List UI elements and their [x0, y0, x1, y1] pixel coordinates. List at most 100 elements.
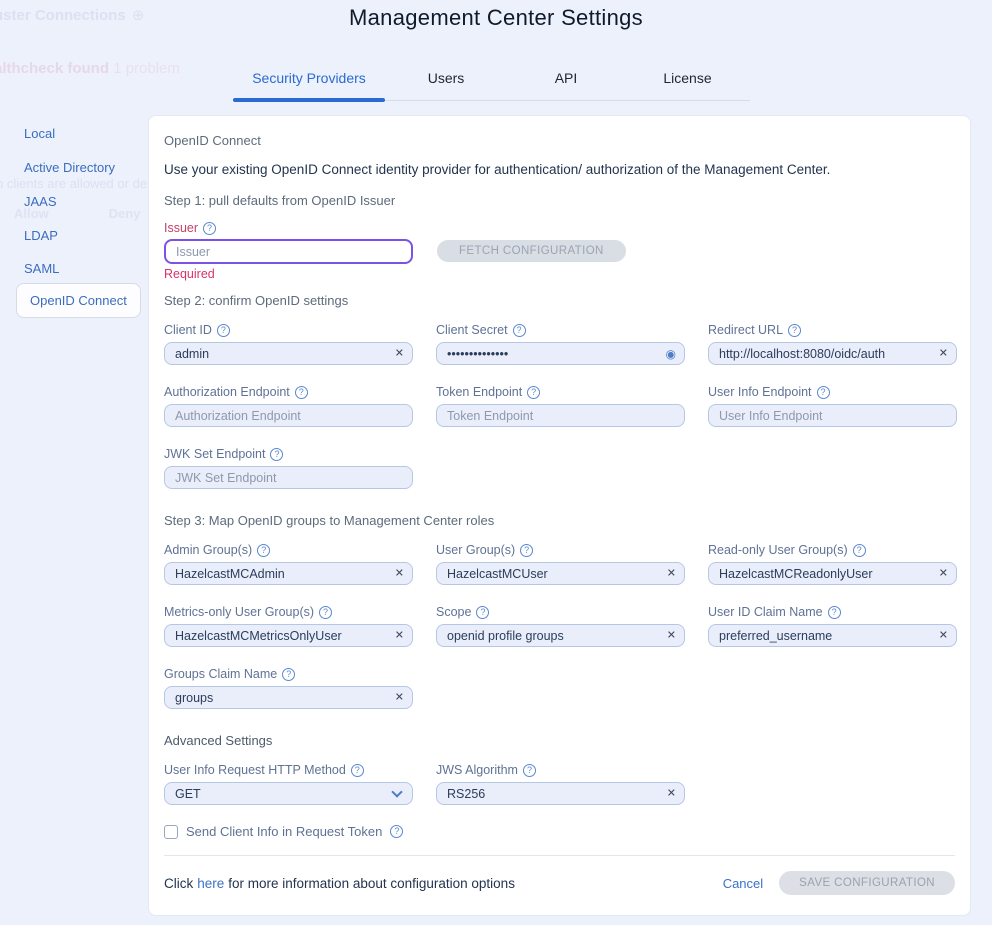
field-token-endpoint: Token Endpoint? — [436, 384, 685, 427]
issuer-row: FETCH CONFIGURATION — [164, 239, 955, 262]
user-info-method-value[interactable] — [164, 782, 413, 805]
clear-icon[interactable]: ✕ — [939, 568, 948, 579]
help-icon[interactable]: ? — [257, 544, 270, 557]
footer-row: Click here for more information about co… — [164, 871, 955, 895]
sidebar-item-jaas[interactable]: JAAS — [24, 194, 57, 209]
help-icon[interactable]: ? — [319, 606, 332, 619]
here-link[interactable]: here — [197, 876, 224, 891]
sidebar-item-saml[interactable]: SAML — [24, 261, 59, 276]
clear-icon[interactable]: ✕ — [395, 692, 404, 703]
client-secret-label: Client Secret — [436, 323, 508, 337]
user-info-method-select[interactable] — [164, 782, 413, 805]
user-info-endpoint-input[interactable] — [708, 404, 957, 427]
token-endpoint-input[interactable] — [436, 404, 685, 427]
fetch-configuration-button[interactable]: FETCH CONFIGURATION — [437, 240, 626, 262]
field-redirect-url: Redirect URL? ✕ — [708, 322, 957, 365]
help-icon[interactable]: ? — [788, 324, 801, 337]
field-client-id: Client ID? ✕ — [164, 322, 413, 365]
client-id-label: Client ID — [164, 323, 212, 337]
save-configuration-button[interactable]: SAVE CONFIGURATION — [779, 871, 955, 895]
section-title: OpenID Connect — [164, 133, 955, 148]
admin-groups-input[interactable] — [164, 562, 413, 585]
page-title: Management Center Settings — [0, 5, 992, 31]
help-icon[interactable]: ? — [520, 544, 533, 557]
issuer-input[interactable] — [164, 239, 413, 264]
help-icon[interactable]: ? — [390, 825, 403, 838]
send-client-info-label: Send Client Info in Request Token — [186, 824, 382, 839]
clear-icon[interactable]: ✕ — [667, 568, 676, 579]
help-icon[interactable]: ? — [270, 448, 283, 461]
help-icon[interactable]: ? — [476, 606, 489, 619]
help-icon[interactable]: ? — [217, 324, 230, 337]
redirect-url-input[interactable] — [708, 342, 957, 365]
field-readonly-user-groups: Read-only User Group(s)? ✕ — [708, 542, 957, 585]
footer-actions: Cancel SAVE CONFIGURATION — [723, 871, 955, 895]
jws-algorithm-input[interactable] — [436, 782, 685, 805]
jwk-set-endpoint-input[interactable] — [164, 466, 413, 489]
clear-icon[interactable]: ✕ — [395, 348, 404, 359]
redirect-url-label: Redirect URL — [708, 323, 783, 337]
client-id-input[interactable] — [164, 342, 413, 365]
field-user-info-http-method: User Info Request HTTP Method? — [164, 762, 413, 805]
help-icon[interactable]: ? — [853, 544, 866, 557]
help-icon[interactable]: ? — [203, 222, 216, 235]
field-metrics-only-user-groups: Metrics-only User Group(s)? ✕ — [164, 604, 413, 647]
clear-icon[interactable]: ✕ — [395, 568, 404, 579]
metrics-only-user-groups-label: Metrics-only User Group(s) — [164, 605, 314, 619]
help-icon[interactable]: ? — [817, 386, 830, 399]
user-id-claim-name-label: User ID Claim Name — [708, 605, 823, 619]
tab-users[interactable]: Users — [385, 66, 507, 100]
scope-label: Scope — [436, 605, 471, 619]
step2-heading: Step 2: confirm OpenID settings — [164, 293, 955, 308]
help-icon[interactable]: ? — [351, 764, 364, 777]
sidebar-item-ldap[interactable]: LDAP — [24, 228, 58, 243]
tab-security-providers[interactable]: Security Providers — [233, 66, 385, 100]
user-info-endpoint-label: User Info Endpoint — [708, 385, 812, 399]
help-icon[interactable]: ? — [527, 386, 540, 399]
user-groups-input[interactable] — [436, 562, 685, 585]
section-description: Use your existing OpenID Connect identit… — [164, 162, 955, 177]
readonly-user-groups-input[interactable] — [708, 562, 957, 585]
cancel-button[interactable]: Cancel — [723, 876, 763, 891]
help-icon[interactable]: ? — [282, 668, 295, 681]
sidebar-item-active-directory[interactable]: Active Directory — [24, 160, 115, 175]
metrics-only-user-groups-input[interactable] — [164, 624, 413, 647]
field-client-secret: Client Secret? ◉ — [436, 322, 685, 365]
help-icon[interactable]: ? — [523, 764, 536, 777]
eye-icon[interactable]: ◉ — [666, 348, 676, 360]
sidebar-item-local[interactable]: Local — [24, 126, 55, 141]
issuer-input-wrap — [164, 239, 413, 262]
field-scope: Scope? ✕ — [436, 604, 685, 647]
issuer-label-row: Issuer ? — [164, 220, 955, 236]
groups-claim-name-input[interactable] — [164, 686, 413, 709]
help-icon[interactable]: ? — [295, 386, 308, 399]
authorization-endpoint-input[interactable] — [164, 404, 413, 427]
help-icon[interactable]: ? — [828, 606, 841, 619]
background-text-clients: h clients are allowed or den — [0, 176, 154, 191]
clear-icon[interactable]: ✕ — [939, 348, 948, 359]
clear-icon[interactable]: ✕ — [395, 630, 404, 641]
issuer-label: Issuer — [164, 221, 198, 235]
send-client-info-checkbox[interactable] — [164, 825, 178, 839]
user-id-claim-name-input[interactable] — [708, 624, 957, 647]
client-secret-input[interactable] — [436, 342, 685, 365]
field-user-groups: User Group(s)? ✕ — [436, 542, 685, 585]
send-client-info-row: Send Client Info in Request Token ? — [164, 824, 955, 839]
clear-icon[interactable]: ✕ — [667, 630, 676, 641]
help-icon[interactable]: ? — [513, 324, 526, 337]
advanced-field-grid: User Info Request HTTP Method? JWS Algor… — [164, 762, 955, 805]
clear-icon[interactable]: ✕ — [939, 630, 948, 641]
sidebar-item-openid-connect[interactable]: OpenID Connect — [16, 283, 141, 318]
tab-license[interactable]: License — [625, 66, 750, 100]
tab-api[interactable]: API — [507, 66, 625, 100]
step2-field-grid: Client ID? ✕ Client Secret? ◉ Redirect U… — [164, 322, 955, 489]
advanced-settings-heading: Advanced Settings — [164, 733, 955, 748]
admin-groups-label: Admin Group(s) — [164, 543, 252, 557]
tab-bar: Security Providers Users API License — [233, 66, 750, 101]
authorization-endpoint-label: Authorization Endpoint — [164, 385, 290, 399]
clear-icon[interactable]: ✕ — [667, 788, 676, 799]
footer-divider — [164, 855, 955, 856]
openid-connect-panel: OpenID Connect Use your existing OpenID … — [148, 115, 971, 916]
scope-input[interactable] — [436, 624, 685, 647]
step3-field-grid: Admin Group(s)? ✕ User Group(s)? ✕ Read-… — [164, 542, 955, 709]
